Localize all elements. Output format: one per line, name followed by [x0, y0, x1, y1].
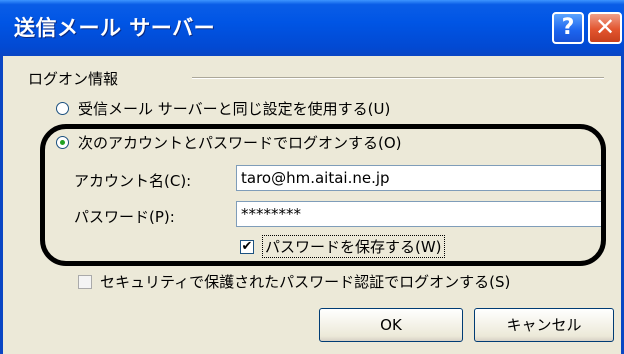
dialog-window: 送信メール サーバー ? ✕ ログオン情報 受信メール サーバーと同じ設定を使用…	[0, 0, 624, 354]
close-button[interactable]: ✕	[588, 12, 622, 44]
help-icon: ?	[561, 15, 575, 40]
account-name-field[interactable]: taro@hm.aitai.ne.jp	[236, 165, 604, 191]
radio-logon-with-label: 次のアカウントとパスワードでログオンする(O)	[78, 134, 402, 152]
radio-logon-with[interactable]: 次のアカウントとパスワードでログオンする(O)	[56, 132, 402, 153]
ok-button[interactable]: OK	[319, 308, 463, 342]
radio-same-settings[interactable]: 受信メール サーバーと同じ設定を使用する(U)	[56, 98, 390, 119]
window-title: 送信メール サーバー	[14, 16, 216, 40]
checkmark-icon[interactable]: ✔	[240, 239, 254, 254]
window-border-left	[0, 56, 3, 354]
password-field[interactable]: ********	[236, 201, 604, 227]
spa-checkbox[interactable]: セキュリティで保護されたパスワード認証でログオンする(S)	[78, 271, 510, 292]
spa-checkbox-box[interactable]	[78, 274, 92, 289]
password-value: ********	[241, 205, 301, 223]
title-bar[interactable]: 送信メール サーバー ? ✕	[0, 0, 624, 56]
account-name-value: taro@hm.aitai.ne.jp	[241, 169, 390, 187]
radio-same-settings-label: 受信メール サーバーと同じ設定を使用する(U)	[78, 100, 391, 118]
close-icon: ✕	[594, 13, 616, 41]
radio-button[interactable]	[56, 102, 69, 115]
spa-label: セキュリティで保護されたパスワード認証でログオンする(S)	[100, 273, 511, 291]
remember-password-checkbox[interactable]: ✔ パスワードを保存する(W)	[240, 235, 445, 258]
password-label: パスワード(P):	[74, 208, 175, 226]
remember-password-label: パスワードを保存する(W)	[262, 235, 445, 258]
radio-button-selected[interactable]	[56, 136, 69, 149]
logon-info-group-label: ログオン情報	[28, 70, 119, 88]
cancel-button[interactable]: キャンセル	[474, 308, 614, 342]
group-divider	[192, 77, 604, 79]
help-button[interactable]: ?	[552, 12, 584, 44]
account-name-label: アカウント名(C):	[74, 172, 192, 190]
